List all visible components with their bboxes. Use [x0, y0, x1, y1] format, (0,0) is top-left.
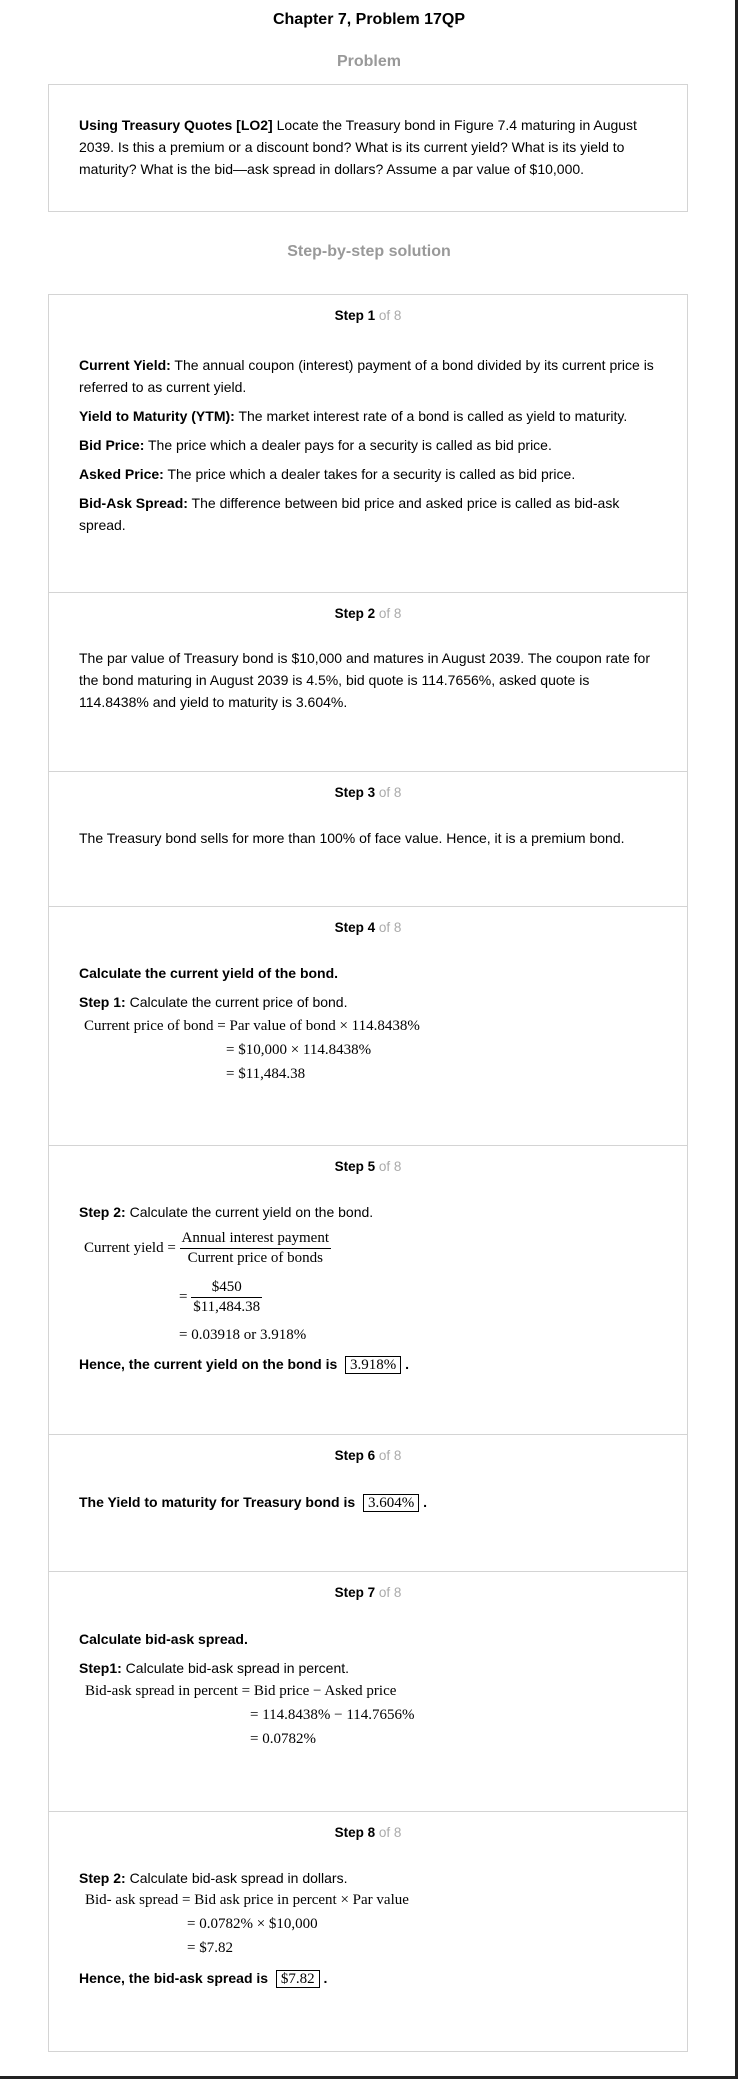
equation-line: Bid- ask spread = Bid ask price in perce… — [85, 1892, 409, 1908]
step-7: Step 7 of 8 Calculate bid-ask spread. St… — [49, 1571, 687, 1812]
sub-step: Step 2: Calculate bid-ask spread in doll… — [79, 1870, 348, 1886]
step-text: The par value of Treasury bond is $10,00… — [79, 650, 650, 710]
fraction: Annual interest payment Current price of … — [179, 1230, 331, 1266]
step-5: Step 5 of 8 Step 2: Calculate the curren… — [49, 1145, 687, 1435]
steps-box: Step 1 of 8 Current Yield: The annual co… — [48, 294, 688, 2052]
conclusion: Hence, the bid-ask spread is $7.82 . — [79, 1970, 328, 1988]
page-title: Chapter 7, Problem 17QP — [272, 11, 466, 28]
step-count: of 8 — [378, 308, 402, 323]
problem-title: Using Treasury Quotes [LO2] — [79, 117, 273, 133]
problem-box: Using Treasury Quotes [LO2] Locate the T… — [48, 84, 688, 212]
solution-heading: Step-by-step solution — [287, 243, 451, 260]
step-header: Step 1 of 8 — [49, 308, 687, 323]
answer-box: $7.82 — [275, 1970, 320, 1988]
step-1: Step 1 of 8 Current Yield: The annual co… — [49, 295, 687, 592]
step-header: Step 2 of 8 — [334, 606, 402, 621]
equation-line: = 0.03918 or 3.918% — [179, 1327, 307, 1343]
equation-line: = 114.8438% − 114.7656% — [250, 1707, 415, 1723]
problem-heading: Problem — [336, 53, 401, 70]
step-header: Step 7 of 8 — [334, 1585, 402, 1600]
equation-line: Bid-ask spread in percent = Bid price − … — [85, 1683, 397, 1699]
step-header: Step 4 of 8 — [334, 920, 402, 935]
current-yield-formula: Current yield = Annual interest payment C… — [84, 1230, 331, 1266]
equation-line: = $7.82 — [187, 1940, 233, 1956]
answer-box: 3.918% — [345, 1356, 402, 1374]
step-heading: Calculate bid-ask spread. — [79, 1631, 248, 1647]
definition: Bid Price: The price which a dealer pays… — [79, 437, 552, 453]
step-label: Step 1 — [334, 308, 376, 323]
definition: Current Yield: The annual coupon (intere… — [79, 357, 654, 395]
step-8: Step 8 of 8 Step 2: Calculate bid-ask sp… — [49, 1811, 687, 2052]
definition: Yield to Maturity (YTM): The market inte… — [79, 408, 628, 424]
equation-line: = 0.0782% × $10,000 — [187, 1916, 318, 1932]
definition: Bid-Ask Spread: The difference between b… — [79, 495, 620, 533]
conclusion: Hence, the current yield on the bond is … — [79, 1356, 410, 1374]
sub-step: Step1: Calculate bid-ask spread in perce… — [79, 1660, 350, 1676]
step-header: Step 6 of 8 — [334, 1448, 402, 1463]
definition: Asked Price: The price which a dealer ta… — [79, 466, 576, 482]
sub-step: Step 2: Calculate the current yield on t… — [79, 1204, 374, 1220]
step-4: Step 4 of 8 Calculate the current yield … — [49, 906, 687, 1146]
sub-step: Step 1: Calculate the current price of b… — [79, 994, 348, 1010]
equation-line: = $11,484.38 — [226, 1066, 306, 1082]
fraction: $450 $11,484.38 — [191, 1279, 263, 1315]
equation-line: = 0.0782% — [250, 1731, 316, 1747]
problem-text: Using Treasury Quotes [LO2] Locate the T… — [49, 85, 687, 180]
equation-line: Current price of bond = Par value of bon… — [84, 1018, 420, 1034]
step-6: Step 6 of 8 The Yield to maturity for Tr… — [49, 1434, 687, 1572]
step-3: Step 3 of 8 The Treasury bond sells for … — [49, 771, 687, 907]
step-text: The Treasury bond sells for more than 10… — [79, 830, 625, 846]
step-header: Step 8 of 8 — [334, 1825, 402, 1840]
step-2: Step 2 of 8 The par value of Treasury bo… — [49, 592, 687, 772]
equation-line: = $10,000 × 114.8438% — [226, 1042, 372, 1058]
step-header: Step 5 of 8 — [334, 1159, 402, 1174]
answer-box: 3.604% — [362, 1494, 420, 1512]
step-header: Step 3 of 8 — [334, 785, 402, 800]
conclusion: The Yield to maturity for Treasury bond … — [79, 1494, 427, 1512]
step-heading: Calculate the current yield of the bond. — [79, 965, 339, 981]
current-yield-substitution: = $450 $11,484.38 — [179, 1279, 263, 1315]
